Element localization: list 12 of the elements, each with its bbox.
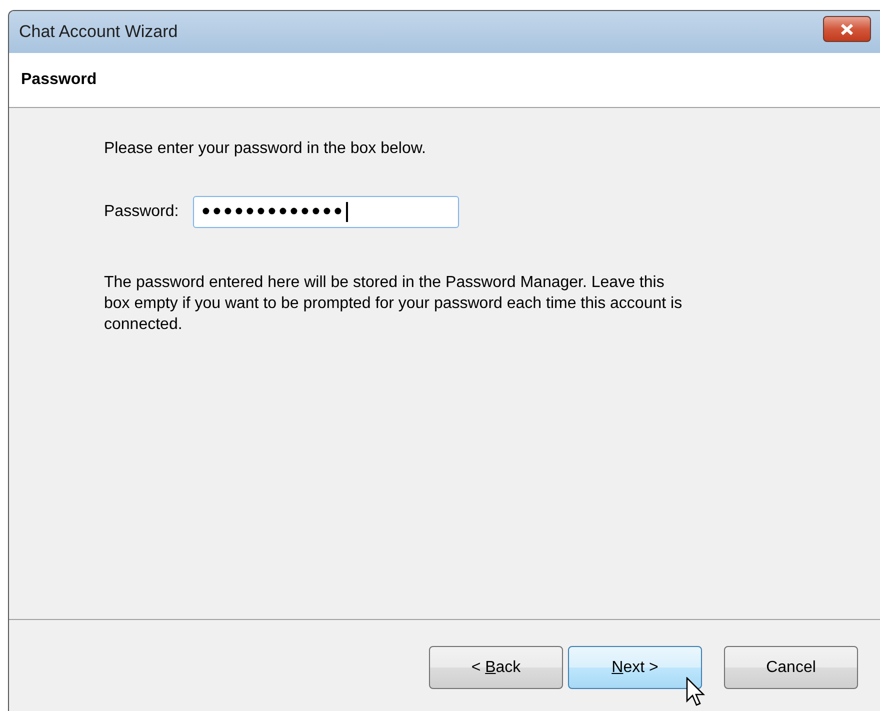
password-note: The password entered here will be stored in the Password Manager. Leave this box empty if you want to be prompted for your password each time this account is connected.	[104, 273, 684, 335]
password-field[interactable]: •••••••••••••	[192, 196, 459, 228]
mouse-pointer-icon	[686, 677, 706, 707]
instruction-text: Please enter your password in the box below.	[104, 140, 427, 158]
page-heading: Password	[21, 71, 97, 89]
next-button[interactable]: Next >	[568, 646, 702, 689]
back-button[interactable]: < Back	[429, 646, 563, 689]
password-label: Password:	[104, 203, 179, 221]
window-title: Chat Account Wizard	[19, 22, 178, 42]
cancel-button[interactable]: Cancel	[724, 646, 858, 689]
close-icon	[840, 24, 854, 34]
close-button[interactable]	[823, 16, 871, 42]
